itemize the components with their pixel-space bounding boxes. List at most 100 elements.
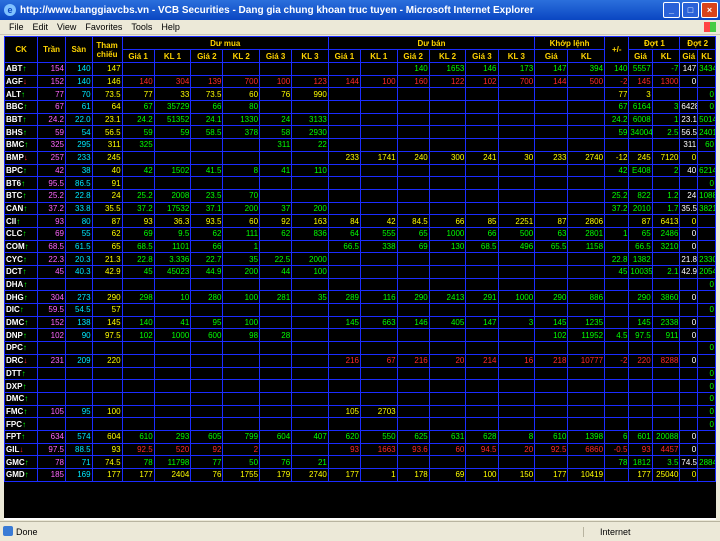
symbol-cell[interactable]: BHS↑	[4, 125, 39, 140]
table-row[interactable]: BBC↑67616467357296680676164364280880	[4, 100, 716, 114]
cell-18: 3	[628, 87, 653, 102]
cell-2: 311	[91, 138, 123, 152]
cell-1	[64, 379, 93, 393]
symbol-cell[interactable]: CLC↑	[4, 226, 39, 241]
symbol-cell[interactable]: FPT↑	[4, 429, 39, 444]
maximize-button[interactable]: □	[682, 2, 699, 18]
table-row[interactable]: AGF↓ 152 140 146 140 304 139 700 100 123 144 100 160…	[4, 74, 716, 89]
menu-favorites[interactable]: Favorites	[85, 22, 122, 32]
symbol-cell[interactable]: DRC↓	[4, 353, 39, 368]
table-row[interactable]: BHS↑ 59 54 56.5 59 59 58.5 378 58 2930 59 34004 2.5 5…	[4, 125, 716, 140]
cell-20: 56.5	[679, 125, 699, 140]
table-row[interactable]: ALT↑ 77 70 73.5 77 33 73.5 60 76 990 77 3 0	[4, 87, 716, 102]
table-row[interactable]: BBT↑ 24.2 22.0 23.1 24.2 51352 24.1 1330 24 3133 2…	[4, 112, 716, 127]
table-row[interactable]: BPC↑ 42 38 40 42 1502 41.5 8 41 110 42 E408 2 40 6214	[4, 163, 716, 178]
cell-17: 37.2	[604, 201, 630, 216]
cell-16	[567, 404, 606, 419]
table-row[interactable]: DXP↑ 0	[4, 379, 716, 393]
symbol-cell[interactable]: DXP↑	[4, 379, 39, 393]
symbol-cell[interactable]: DHG↑	[4, 290, 39, 305]
symbol-cell[interactable]: CAN↑	[4, 201, 39, 216]
arrow-up-icon: ↑	[21, 432, 26, 442]
symbol-cell[interactable]: BBC↑	[4, 100, 39, 114]
symbol-cell[interactable]: BMP↓	[4, 150, 39, 165]
cell-7	[259, 315, 293, 330]
menu-help[interactable]: Help	[161, 22, 180, 32]
symbol-cell[interactable]: BBT↑	[4, 112, 39, 127]
table-row[interactable]: DPC↑ 0	[4, 341, 716, 355]
table-row[interactable]: DMC↑ 152 138 145 140 41 95 100 145 663 146 405 147 3 1…	[4, 315, 716, 330]
symbol-cell[interactable]: BT6↑	[4, 176, 39, 190]
symbol-cell[interactable]: DTT↑	[4, 366, 39, 381]
menu-view[interactable]: View	[57, 22, 76, 32]
table-row[interactable]: GMC↑ 78 71 74.5 78 11798 77 50 76 21 78 1812 3.5 74.5…	[4, 455, 716, 469]
table-row[interactable]: CYC↑ 22.3 20.3 21.3 22.8 3.336 22.7 35 22.5 2000 2…	[4, 252, 716, 266]
menu-tools[interactable]: Tools	[131, 22, 152, 32]
table-row[interactable]: FPC↑ 0	[4, 417, 716, 431]
symbol-cell[interactable]: ABT↑	[4, 62, 39, 76]
symbol-cell[interactable]: DIC↑	[4, 303, 39, 317]
symbol-cell[interactable]: COM↑	[4, 239, 39, 254]
table-row[interactable]: BTC↑ 25.2 22.8 24 25.2 2008 23.5 70 25.2 822 1.2 24…	[4, 188, 716, 203]
cell-9	[327, 188, 362, 203]
symbol-cell[interactable]: BTC↑	[4, 188, 39, 203]
cell-19: 3210	[651, 239, 681, 254]
table-row[interactable]: DIC↑ 59.5 54.5 57 0	[4, 303, 716, 317]
close-button[interactable]: ×	[701, 2, 718, 18]
cell-13: 291	[465, 290, 499, 305]
menu-edit[interactable]: Edit	[33, 22, 49, 32]
cell-6	[222, 150, 261, 165]
table-row[interactable]: GMD↑ 185 169 177 177 2404 76 1755 179 2740 177 1 178…	[4, 468, 716, 482]
symbol-cell[interactable]: DNP↑	[4, 328, 39, 343]
subcol-3: KL 2	[222, 49, 261, 63]
table-row[interactable]: FPT↑ 634 574 604 610 293 605 799 604 407 620 550 625…	[4, 429, 716, 444]
cell-15: 92.5	[534, 442, 569, 457]
cell-18	[628, 417, 653, 431]
cell-19	[651, 176, 681, 190]
table-row[interactable]: DMC↑ 0	[4, 391, 716, 406]
cell-5: 41.5	[190, 163, 224, 178]
cell-18	[628, 404, 653, 419]
symbol-cell[interactable]: DHA↑	[4, 277, 39, 292]
symbol-cell[interactable]: DCT↑	[4, 265, 39, 279]
table-row[interactable]: COM↑ 68.5 61.5 65 68.5 1101 66 1 66.5 338 69 130 68.…	[4, 239, 716, 254]
symbol-cell[interactable]: CYC↑	[4, 252, 39, 266]
table-row[interactable]: CLC↑ 69 55 62 69 9.5 62 111 62 836 64 555 65 1000 66 50…	[4, 226, 716, 241]
table-row[interactable]: DCT↑ 45 40.3 42.9 45 45023 44.9 200 44 100 45 10035…	[4, 265, 716, 279]
minimize-button[interactable]: _	[663, 2, 680, 18]
table-row[interactable]: GIL↓ 97.5 88.5 93 92.5 520 92 2 93 1663 93.6 60 94.5…	[4, 442, 716, 457]
table-row[interactable]: CAN↑ 37.2 33.8 35.5 37.2 17532 37.1 200 37 200 37.…	[4, 201, 716, 216]
table-row[interactable]: CII↑ 93 80 87 93 36.3 93.5 60 92 163 84 42 84.5 66 85 2…	[4, 214, 716, 228]
cell-13	[465, 417, 499, 431]
symbol-cell[interactable]: FMC↑	[4, 404, 39, 419]
symbol-cell[interactable]: DMC↑	[4, 391, 39, 406]
symbol-cell[interactable]: ALT↑	[4, 87, 39, 102]
cell-3: 45	[121, 265, 155, 279]
symbol-cell[interactable]: CII↑	[4, 214, 39, 228]
table-row[interactable]: DHA↑ 0	[4, 277, 716, 292]
table-row[interactable]: DRC↓ 231 209 220 216 67 216 20 214 16 218 10777 -2 22…	[4, 353, 716, 368]
table-row[interactable]: DNP↑ 102 90 97.5 102 1000 600 98 28 102 11952 4.5 97…	[4, 328, 716, 343]
menu-file[interactable]: File	[9, 22, 24, 32]
cell-11: 290	[396, 290, 430, 305]
symbol-cell[interactable]: GIL↓	[4, 442, 39, 457]
cell-19	[651, 341, 681, 355]
cell-13	[465, 404, 499, 419]
symbol-cell[interactable]: BPC↑	[4, 163, 39, 178]
table-row[interactable]: DTT↑ 0	[4, 366, 716, 381]
symbol-cell[interactable]: FPC↑	[4, 417, 39, 431]
cell-12: 300	[428, 150, 467, 165]
symbol-cell[interactable]: DMC↑	[4, 315, 39, 330]
table-row[interactable]: BMP↓ 257 233 245 233 1741 240 300 241 30 233 2740 -1…	[4, 150, 716, 165]
table-row[interactable]: BT6↑ 95.5 86.5 91 0	[4, 176, 716, 190]
symbol-cell[interactable]: AGF↓	[4, 74, 39, 89]
symbol-cell[interactable]: GMD↑	[4, 468, 39, 482]
symbol-cell[interactable]: DPC↑	[4, 341, 39, 355]
table-row[interactable]: FMC↑ 105 95 100 105 2703 0	[4, 404, 716, 419]
symbol-cell[interactable]: GMC↑	[4, 455, 39, 469]
table-row[interactable]: DHG↑ 304 273 290 298 10 280 100 281 35 289 116 290 24…	[4, 290, 716, 305]
table-row[interactable]: BMC↑ 325 295 311 325 311 22 311 60	[4, 138, 716, 152]
table-row[interactable]: ABT↑ 154 140 147 140 1653 146 173 147 394 140 5557-…	[4, 62, 716, 76]
symbol-cell[interactable]: BMC↑	[4, 138, 39, 152]
cell-1: 55	[64, 226, 93, 241]
